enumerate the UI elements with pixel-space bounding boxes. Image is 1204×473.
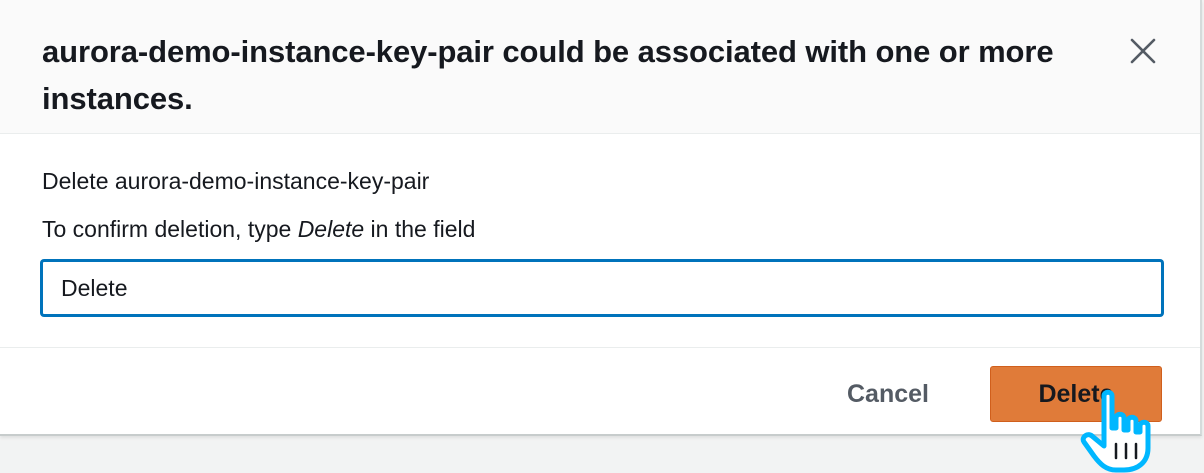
dialog-footer: Cancel Delete [0, 348, 1200, 434]
dialog-header: aurora-demo-instance-key-pair could be a… [0, 0, 1200, 134]
dialog-title: aurora-demo-instance-key-pair could be a… [42, 34, 1054, 116]
cancel-button[interactable]: Cancel [828, 366, 948, 422]
confirm-instruction-suffix: in the field [364, 216, 476, 242]
confirm-keyword: Delete [297, 216, 365, 242]
delete-key-pair-dialog: aurora-demo-instance-key-pair could be a… [0, 0, 1202, 436]
close-icon [1130, 38, 1156, 64]
confirm-instruction: To confirm deletion, type Delete in the … [42, 216, 475, 243]
confirm-delete-input[interactable] [41, 260, 1163, 316]
dialog-body: Delete aurora-demo-instance-key-pair To … [0, 134, 1200, 348]
confirm-instruction-prefix: To confirm deletion, type [42, 216, 298, 242]
delete-button[interactable]: Delete [990, 366, 1162, 422]
close-button[interactable] [1122, 30, 1164, 72]
delete-target-text: Delete aurora-demo-instance-key-pair [42, 168, 430, 194]
